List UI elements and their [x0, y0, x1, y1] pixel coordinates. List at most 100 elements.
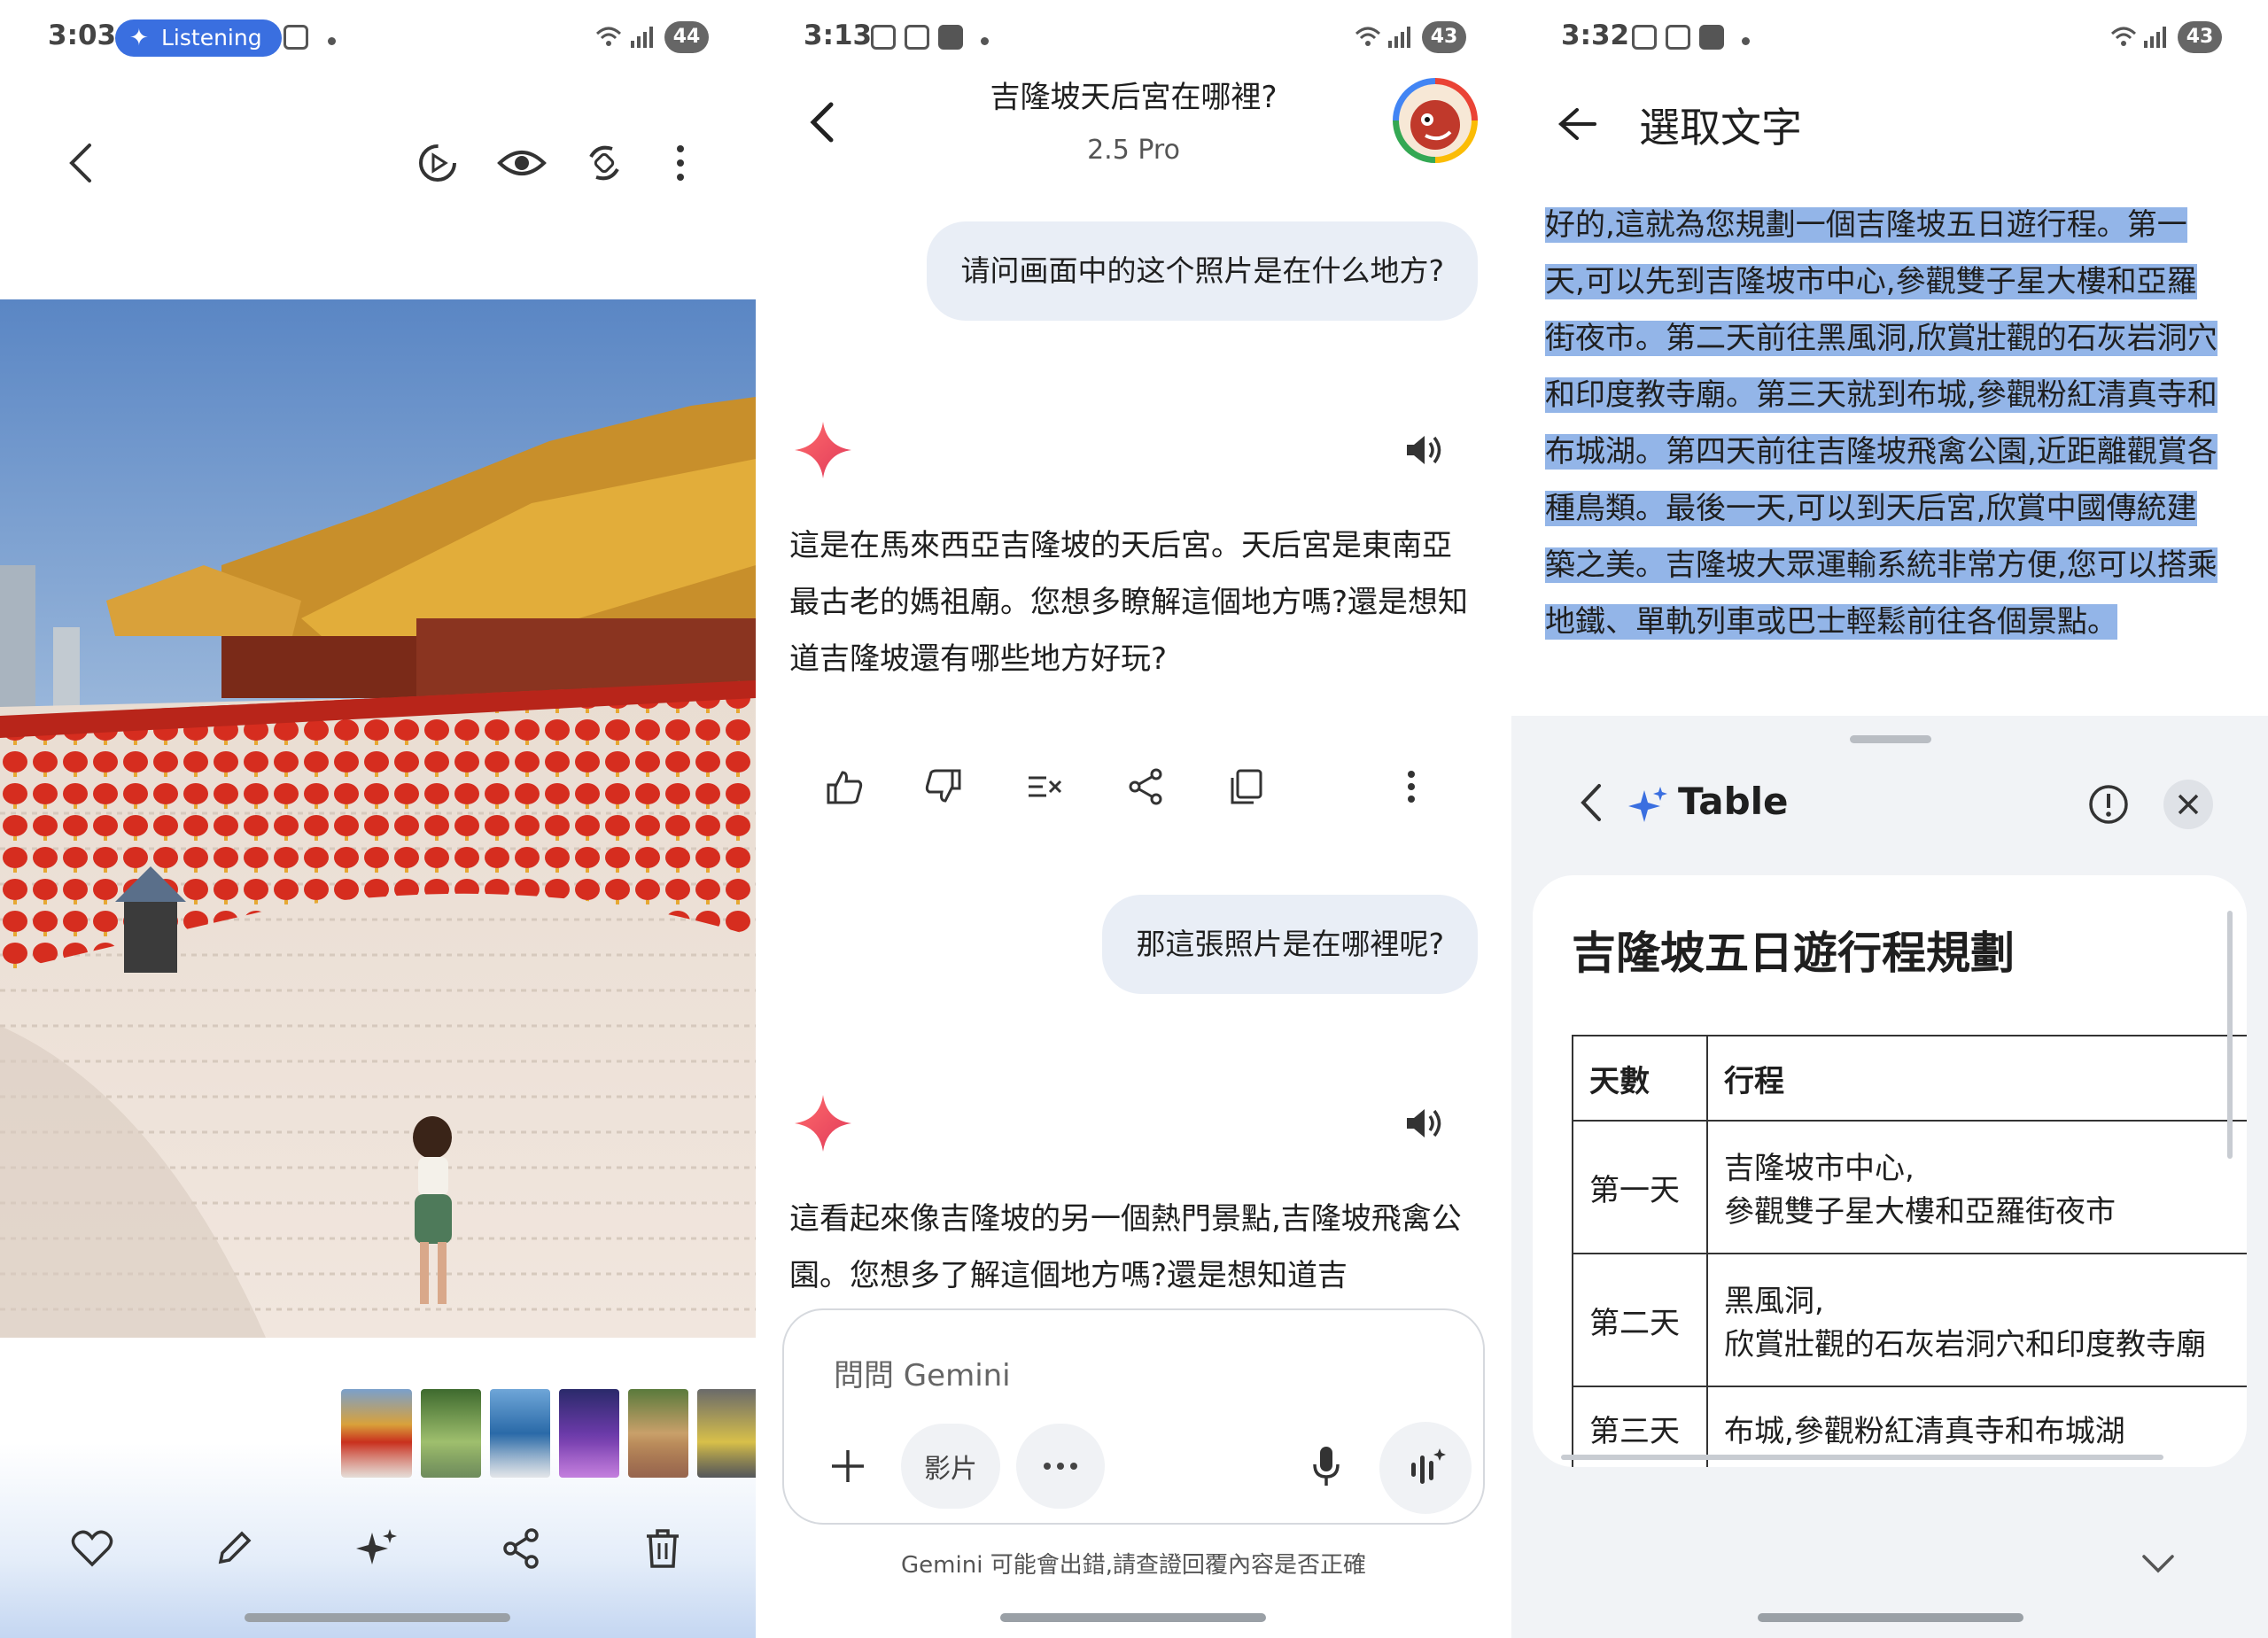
- more-tools-chip[interactable]: [1016, 1424, 1105, 1509]
- battery-badge: 43: [1422, 21, 1466, 53]
- status-bar: 3:03 ✦ Listening 44: [0, 0, 756, 80]
- speaker-icon[interactable]: [1403, 429, 1446, 471]
- share-icon: [1129, 768, 1162, 805]
- share-icon: [503, 1528, 539, 1569]
- screenshot-icon: [871, 25, 896, 50]
- table-row: 第二天 黑風洞, 欣賞壯觀的石灰岩洞穴和印度教寺廟: [1572, 1253, 2247, 1387]
- wifi-icon: [595, 27, 622, 46]
- copy-button[interactable]: [1220, 760, 1273, 813]
- sheet-handle[interactable]: [1850, 735, 1931, 743]
- gallery-panel: 3:03 ✦ Listening 44: [0, 0, 756, 1638]
- avatar[interactable]: [1393, 78, 1478, 163]
- temple-photo[interactable]: [0, 299, 756, 1338]
- thumbs-down-button[interactable]: [917, 760, 970, 813]
- back-button[interactable]: [1550, 97, 1604, 151]
- home-indicator[interactable]: [245, 1613, 510, 1622]
- ai-edit-button[interactable]: [351, 1522, 404, 1575]
- listening-pill[interactable]: ✦ Listening: [115, 19, 282, 57]
- share-button[interactable]: [1119, 760, 1172, 813]
- chevron-left-icon: [1581, 784, 1601, 821]
- notification-dot: [981, 37, 989, 45]
- screenshot-icon: [1632, 25, 1657, 50]
- live-button[interactable]: [1379, 1422, 1472, 1514]
- plan-line: 黑風洞,: [1724, 1284, 1824, 1319]
- more-vertical-icon: [677, 145, 684, 181]
- selected-text-block[interactable]: 好的,這就為您規劃一個吉隆坡五日遊行程。第一天,可以先到吉隆坡市中心,參觀雙子星…: [1545, 197, 2224, 650]
- day-cell: 第二天: [1572, 1253, 1708, 1387]
- back-button[interactable]: [55, 138, 105, 188]
- remaster-button[interactable]: [579, 138, 629, 188]
- ai-sparkle-icon: [1628, 787, 1667, 822]
- more-options-button[interactable]: [1385, 760, 1438, 813]
- more-options-button[interactable]: [663, 138, 698, 188]
- signal-icon: [631, 27, 653, 48]
- user-message-bubble: 请问画面中的这个照片是在什么地方?: [927, 221, 1478, 321]
- disclaimer-text: Gemini 可能會出錯,請查證回覆內容是否正確: [901, 1552, 1366, 1579]
- notification-dot: [1742, 37, 1750, 45]
- plus-icon: [832, 1450, 864, 1482]
- bottom-sheet: Table 吉隆坡五日遊行程規劃 天數 行程 第一天 吉隆坡市中心, 參觀雙子星…: [1511, 716, 2268, 1638]
- video-chip[interactable]: 影片: [901, 1424, 1000, 1509]
- live-waveform-icon: [1411, 1448, 1446, 1484]
- sheet-back-button[interactable]: [1568, 778, 1612, 827]
- gemini-panel: 3:13 43 吉隆坡天后宮在哪裡? 2.5 Pro 请问画面中的这个照片是在什…: [756, 0, 1511, 1638]
- home-indicator[interactable]: [1758, 1613, 2023, 1622]
- thumbs-up-button[interactable]: [818, 760, 871, 813]
- gallery-bottom-bar: [0, 1497, 756, 1603]
- heart-icon: [71, 1530, 113, 1567]
- arrow-left-icon: [1557, 108, 1596, 140]
- prompt-box: 問問 Gemini 影片: [782, 1308, 1485, 1525]
- report-button[interactable]: [2084, 780, 2133, 829]
- screen-record-icon: [1666, 25, 1690, 50]
- delete-button[interactable]: [636, 1522, 689, 1575]
- more-horizontal-icon: [1044, 1463, 1077, 1470]
- temple-illustration: [0, 299, 756, 1338]
- favorite-button[interactable]: [66, 1522, 119, 1575]
- sparkle-icon: [356, 1529, 397, 1564]
- status-time: 3:32: [1561, 19, 1630, 51]
- horizontal-scrollbar[interactable]: [1561, 1455, 2163, 1460]
- edit-button[interactable]: [207, 1522, 260, 1575]
- chevron-down-icon[interactable]: [2140, 1546, 2176, 1581]
- speaker-icon[interactable]: [1403, 1102, 1446, 1145]
- selected-text[interactable]: 好的,這就為您規劃一個吉隆坡五日遊行程。第一天,可以先到吉隆坡市中心,參觀雙子星…: [1545, 207, 2218, 640]
- motion-photo-button[interactable]: [413, 138, 462, 188]
- calendar-icon: [938, 25, 963, 50]
- add-button[interactable]: [816, 1434, 880, 1498]
- view-button[interactable]: [494, 138, 549, 188]
- close-button[interactable]: [2163, 780, 2213, 829]
- modify-response-button[interactable]: [1018, 760, 1071, 813]
- tune-icon: [1029, 776, 1062, 797]
- motion-play-icon: [419, 144, 456, 182]
- wifi-icon: [2110, 27, 2137, 46]
- share-button[interactable]: [494, 1522, 548, 1575]
- day-cell: 第一天: [1572, 1120, 1708, 1254]
- home-indicator[interactable]: [1000, 1613, 1266, 1622]
- sheet-title: Table: [1678, 780, 1789, 823]
- table-row: 第一天 吉隆坡市中心, 參觀雙子星大樓和亞羅街夜市: [1572, 1120, 2247, 1254]
- table-card: 吉隆坡五日遊行程規劃 天數 行程 第一天 吉隆坡市中心, 參觀雙子星大樓和亞羅街夜…: [1533, 875, 2247, 1467]
- assistant-message: 這是在馬來西亞吉隆坡的天后宮。天后宮是東南亞最古老的媽祖廟。您想多瞭解這個地方嗎…: [789, 528, 1469, 677]
- sparkle-icon: ✦: [129, 25, 149, 51]
- column-header: 天數: [1572, 1035, 1708, 1122]
- thumbs-down-icon: [925, 769, 961, 803]
- microphone-button[interactable]: [1294, 1434, 1358, 1498]
- vertical-scrollbar[interactable]: [2227, 911, 2233, 1159]
- pencil-icon: [218, 1531, 252, 1564]
- status-time: 3:13: [804, 19, 873, 51]
- status-time: 3:03: [48, 19, 117, 51]
- notification-dot: [328, 37, 336, 45]
- close-icon: [2178, 794, 2199, 815]
- wifi-icon: [1355, 27, 1381, 46]
- plan-cell: 吉隆坡市中心, 參觀雙子星大樓和亞羅街夜市: [1706, 1120, 2247, 1254]
- avatar-image: [1410, 100, 1460, 150]
- more-vertical-icon: [1408, 771, 1415, 803]
- plan-line: 參觀雙子星大樓和亞羅街夜市: [1724, 1194, 2116, 1230]
- assistant-message: 這看起來像吉隆坡的另一個熱門景點,吉隆坡飛禽公園。您想多了解這個地方嗎?還是想知…: [789, 1201, 1462, 1293]
- prompt-input[interactable]: 問問 Gemini: [834, 1351, 1011, 1394]
- user-message-bubble: 那這張照片是在哪裡呢?: [1102, 895, 1478, 994]
- screen-icon: [284, 25, 308, 50]
- info-alert-icon: [2089, 785, 2128, 824]
- column-header: 行程: [1706, 1035, 2247, 1122]
- response-actions: [818, 760, 1456, 813]
